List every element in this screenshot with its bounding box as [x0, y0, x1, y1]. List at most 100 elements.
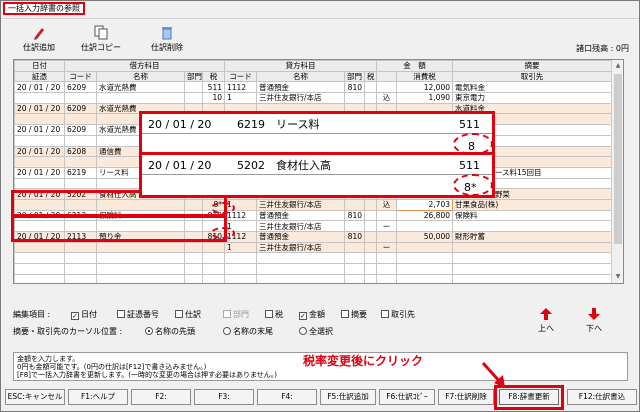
cell-date[interactable]	[14, 252, 65, 265]
scroll-thumb[interactable]	[614, 74, 622, 244]
cell-summary[interactable]: 電気料金	[452, 81, 612, 94]
cell-code[interactable]: 6209	[64, 124, 97, 136]
edit-item-partner[interactable]: 取引先	[381, 309, 415, 320]
cell-summary[interactable]	[452, 220, 612, 232]
cell-code[interactable]: 6219	[64, 166, 97, 179]
cell-tax2[interactable]	[364, 231, 377, 243]
cell-code[interactable]: 6208	[64, 145, 97, 158]
cell-tax2[interactable]	[364, 252, 377, 265]
cell-amount[interactable]: 50,000	[396, 231, 453, 243]
cell-name[interactable]	[96, 92, 185, 104]
cell-kubun[interactable]	[376, 81, 397, 94]
delete-entry-button[interactable]: 仕訳削除	[139, 25, 195, 55]
cell-code[interactable]	[64, 252, 97, 265]
cell-date[interactable]: 20 / 01 / 20	[14, 102, 65, 115]
grid-scrollbar[interactable]: ▲ ▼	[611, 60, 623, 283]
cell-tax2[interactable]	[364, 263, 377, 275]
cell-code2[interactable]	[224, 263, 257, 275]
cell-kubun[interactable]: ー	[376, 220, 397, 232]
cell-dept[interactable]	[184, 81, 203, 94]
cell-code[interactable]: 6209	[64, 102, 97, 115]
cell-code[interactable]	[64, 177, 97, 190]
fkey-f12[interactable]: F12:仕訳書込	[567, 389, 637, 405]
cell-code2[interactable]: 1	[224, 92, 257, 104]
cell-dept2[interactable]	[344, 263, 365, 275]
cell-name[interactable]	[96, 241, 185, 254]
fkey-f2[interactable]: F2:	[131, 389, 191, 405]
cell-date[interactable]: 20 / 01 / 20	[14, 166, 65, 179]
cell-kubun[interactable]	[376, 263, 397, 275]
cell-code2[interactable]	[224, 273, 257, 283]
cell-dept2[interactable]	[344, 198, 365, 211]
table-row[interactable]	[14, 273, 612, 283]
cell-amount[interactable]	[396, 252, 453, 265]
cell-date[interactable]	[14, 92, 65, 104]
cell-dept[interactable]	[184, 92, 203, 104]
cell-code[interactable]	[64, 134, 97, 147]
cell-summary[interactable]: 甘果食品(株)	[452, 198, 612, 211]
cell-summary[interactable]	[452, 263, 612, 275]
cell-summary[interactable]	[452, 241, 612, 254]
cell-name2[interactable]: 普通預金	[256, 231, 345, 243]
cell-dept[interactable]	[184, 263, 203, 275]
edit-item-tax[interactable]: 税	[265, 309, 283, 320]
cell-tax2[interactable]	[364, 81, 377, 94]
cell-date[interactable]	[14, 177, 65, 190]
cell-tax[interactable]: 511	[202, 81, 225, 94]
edit-item-voucher[interactable]: 証憑番号	[117, 309, 159, 320]
cell-dept[interactable]	[184, 241, 203, 254]
cell-date[interactable]: 20 / 01 / 20	[14, 124, 65, 136]
table-row[interactable]	[14, 252, 612, 265]
cell-kubun[interactable]	[376, 273, 397, 283]
copy-entry-button[interactable]: 仕訳コピー	[73, 25, 129, 55]
cell-summary[interactable]	[452, 273, 612, 283]
edit-item-entry[interactable]: 仕訳	[175, 309, 201, 320]
cell-name2[interactable]	[256, 273, 345, 283]
cell-code[interactable]	[64, 156, 97, 168]
fkey-f4[interactable]: F4:	[257, 389, 317, 405]
cell-summary[interactable]	[452, 252, 612, 265]
cell-date[interactable]: 20 / 01 / 20	[14, 81, 65, 94]
table-row[interactable]: 20 / 01 / 20 6209 水道光熱費 511 1112 普通預金 810 12,00…	[14, 81, 612, 94]
cell-amount[interactable]: 26,800	[396, 209, 453, 222]
cell-code2[interactable]: 1	[224, 241, 257, 254]
cell-summary[interactable]: 保険料	[452, 209, 612, 222]
fkey-f7[interactable]: F7:仕訳削除	[438, 389, 494, 405]
cell-dept2[interactable]	[344, 273, 365, 283]
cell-amount[interactable]: 12,000	[396, 81, 453, 94]
cell-summary[interactable]: 財形貯蓄	[452, 231, 612, 243]
cell-name2[interactable]: 普通預金	[256, 81, 345, 94]
cell-tax2[interactable]	[364, 220, 377, 232]
cell-dept2[interactable]	[344, 220, 365, 232]
cell-name[interactable]	[96, 263, 185, 275]
cell-dept2[interactable]	[344, 92, 365, 104]
cell-name[interactable]	[96, 252, 185, 265]
cell-tax[interactable]: 10	[202, 92, 225, 104]
cell-dept2[interactable]: 810	[344, 81, 365, 94]
cell-kubun[interactable]: ー	[376, 241, 397, 254]
cell-date[interactable]	[14, 263, 65, 275]
cell-date[interactable]: 20 / 01 / 20	[14, 145, 65, 158]
cell-tax[interactable]	[202, 263, 225, 275]
fkey-f1[interactable]: F1:ヘルプ	[68, 389, 128, 405]
cell-tax[interactable]	[202, 273, 225, 283]
cell-kubun[interactable]	[376, 209, 397, 222]
cell-date[interactable]	[14, 156, 65, 168]
cell-name[interactable]: 水道光熱費	[96, 81, 185, 94]
move-down-button[interactable]: 下へ	[579, 307, 609, 334]
cell-code2[interactable]: 1112	[224, 81, 257, 94]
table-row[interactable]: 1 三井住友銀行/本店 ー	[14, 241, 612, 254]
cell-amount[interactable]: 1,090	[396, 92, 453, 104]
cell-code2[interactable]	[224, 252, 257, 265]
cell-dept2[interactable]	[344, 252, 365, 265]
cell-dept2[interactable]	[344, 241, 365, 254]
table-row[interactable]	[14, 263, 612, 275]
cell-name2[interactable]	[256, 263, 345, 275]
cell-dept2[interactable]: 810	[344, 209, 365, 222]
cell-name2[interactable]: 三井住友銀行/本店	[256, 198, 345, 211]
cell-dept[interactable]	[184, 252, 203, 265]
cell-kubun[interactable]	[376, 231, 397, 243]
cell-tax[interactable]	[202, 241, 225, 254]
cell-tax2[interactable]	[364, 198, 377, 211]
cell-kubun[interactable]: 込	[376, 198, 397, 211]
